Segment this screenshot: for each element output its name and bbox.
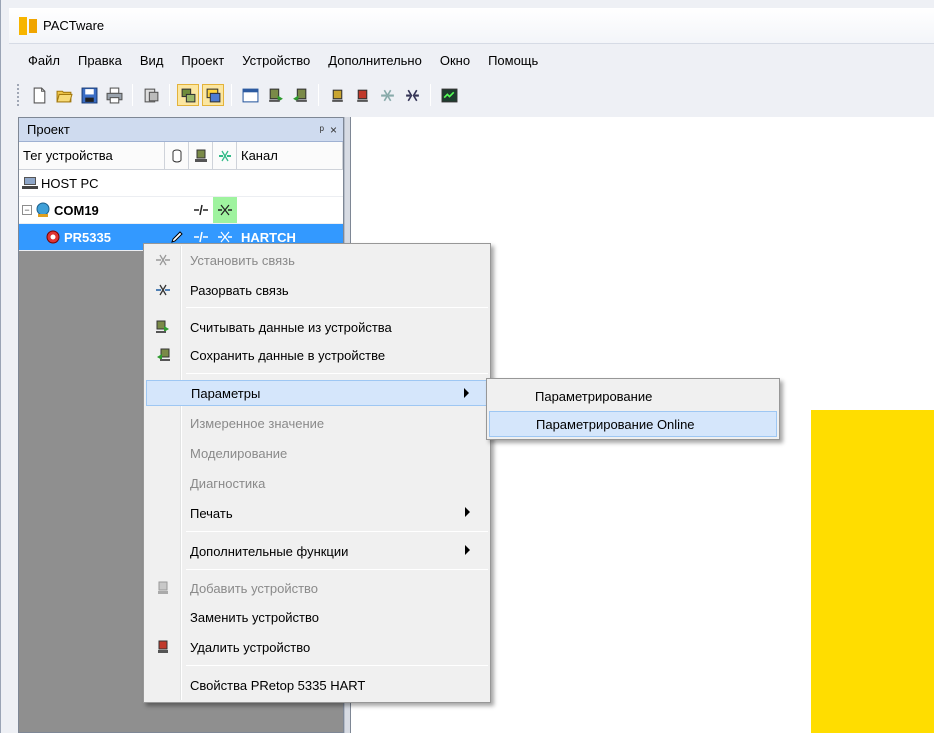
- menu-item-simulation[interactable]: Моделирование: [146, 440, 488, 466]
- menu-item-additional-functions[interactable]: Дополнительные функции: [146, 538, 488, 564]
- pactware-logo-icon: [19, 16, 37, 35]
- project-view-icon[interactable]: [202, 84, 224, 106]
- com-port-icon: [36, 202, 50, 217]
- tree-header: Тег устройства Канал: [19, 142, 343, 170]
- read-device-icon: [156, 320, 169, 333]
- toolbar-separator: [231, 84, 232, 106]
- menu-item-print[interactable]: Печать: [146, 500, 488, 526]
- menu-item-disconnect[interactable]: Разорвать связь: [146, 277, 488, 303]
- project-panel-title: Проект: [27, 122, 70, 137]
- read-device-icon[interactable]: [264, 84, 286, 106]
- window-icon[interactable]: [239, 84, 261, 106]
- submenu-arrow-icon: [464, 388, 469, 398]
- print-preview-icon[interactable]: [140, 84, 162, 106]
- toolbar-separator: [318, 84, 319, 106]
- column-header-status[interactable]: [165, 142, 189, 169]
- monitor-icon[interactable]: [438, 84, 460, 106]
- tree-row-com19[interactable]: − COM19: [19, 197, 343, 224]
- toolbar-grip[interactable]: [17, 84, 21, 106]
- menu-item-connect[interactable]: Установить связь: [146, 247, 488, 273]
- menu-device[interactable]: Устройство: [233, 51, 319, 70]
- write-device-icon: [157, 348, 170, 361]
- column-header-device[interactable]: [189, 142, 213, 169]
- toolbar-separator: [430, 84, 431, 106]
- menu-separator: [186, 665, 488, 666]
- connect-icon[interactable]: [376, 84, 398, 106]
- menu-item-delete-device[interactable]: Удалить устройство: [146, 634, 488, 660]
- menu-edit[interactable]: Правка: [69, 51, 131, 70]
- device-dtm-window-background: [811, 410, 934, 733]
- menu-file[interactable]: Файл: [19, 51, 69, 70]
- toolbar-separator: [132, 84, 133, 106]
- menu-view[interactable]: Вид: [131, 51, 173, 70]
- menu-item-diagnostics[interactable]: Диагностика: [146, 470, 488, 496]
- add-device-icon[interactable]: [326, 84, 348, 106]
- close-icon[interactable]: ×: [330, 123, 337, 137]
- tree-label-pr5335: PR5335: [64, 229, 111, 245]
- menu-help[interactable]: Помощь: [479, 51, 547, 70]
- tree-label-com19: COM19: [54, 202, 99, 218]
- menu-item-parameters[interactable]: Параметры: [146, 380, 488, 406]
- open-folder-icon[interactable]: [53, 84, 75, 106]
- column-header-connection[interactable]: [213, 142, 237, 169]
- toolbar: [9, 76, 934, 114]
- menu-project[interactable]: Проект: [172, 51, 233, 70]
- column-header-channel[interactable]: Канал: [237, 142, 343, 169]
- disconnect-icon[interactable]: [401, 84, 423, 106]
- cylinder-icon: [172, 149, 181, 163]
- collapse-icon[interactable]: −: [22, 205, 32, 215]
- submenu-arrow-icon: [465, 507, 470, 517]
- delete-device-icon[interactable]: [351, 84, 373, 106]
- pactware-window: PACTware Файл Правка Вид Проект Устройст…: [0, 0, 934, 733]
- menu-item-properties[interactable]: Свойства PRetop 5335 HART: [146, 672, 488, 698]
- column-header-tag[interactable]: Тег устройства: [19, 142, 165, 169]
- submenu-item-parametrization-online[interactable]: Параметрирование Online: [489, 411, 777, 437]
- device-context-menu: Установить связь Разорвать связь Считыва…: [143, 243, 491, 703]
- menu-item-read-device[interactable]: Считывать данные из устройства: [146, 314, 488, 340]
- disconnect-icon: [156, 284, 170, 296]
- delete-device-icon: [158, 640, 168, 653]
- new-file-icon[interactable]: [28, 84, 50, 106]
- submenu-item-parametrization[interactable]: Параметрирование: [489, 383, 777, 409]
- print-icon[interactable]: [103, 84, 125, 106]
- menu-item-replace-device[interactable]: Заменить устройство: [146, 604, 488, 630]
- hart-device-icon: [46, 230, 60, 244]
- parameters-submenu: Параметрирование Параметрирование Online: [486, 378, 780, 440]
- menu-item-measured-value[interactable]: Измеренное значение: [146, 410, 488, 436]
- title-bar: PACTware: [9, 8, 934, 44]
- menu-extras[interactable]: Дополнительно: [319, 51, 431, 70]
- computer-icon: [22, 177, 38, 189]
- project-panel-header: Проект ᵖ ×: [19, 118, 343, 142]
- tree-row-host[interactable]: HOST PC: [19, 170, 343, 197]
- menu-item-add-device[interactable]: Добавить устройство: [146, 575, 488, 601]
- write-device-icon[interactable]: [289, 84, 311, 106]
- save-icon[interactable]: [78, 84, 100, 106]
- disconnected-status-icon: [189, 197, 213, 223]
- menu-bar: Файл Правка Вид Проект Устройство Дополн…: [9, 45, 934, 75]
- connection-icon: [218, 150, 231, 161]
- menu-separator: [186, 531, 488, 532]
- menu-window[interactable]: Окно: [431, 51, 479, 70]
- menu-item-write-device[interactable]: Сохранить данные в устройстве: [146, 342, 488, 368]
- toolbar-separator: [169, 84, 170, 106]
- menu-separator: [186, 373, 488, 374]
- menu-separator: [186, 569, 488, 570]
- pin-icon[interactable]: ᵖ: [319, 123, 324, 137]
- device-icon: [194, 149, 207, 162]
- connect-icon: [156, 254, 170, 266]
- submenu-arrow-icon: [465, 545, 470, 555]
- add-device-icon: [158, 581, 168, 594]
- window-title: PACTware: [43, 18, 105, 33]
- tree-label-host: HOST PC: [41, 175, 99, 191]
- device-catalog-icon[interactable]: [177, 84, 199, 106]
- online-status-icon: [213, 197, 237, 223]
- menu-separator: [186, 307, 488, 308]
